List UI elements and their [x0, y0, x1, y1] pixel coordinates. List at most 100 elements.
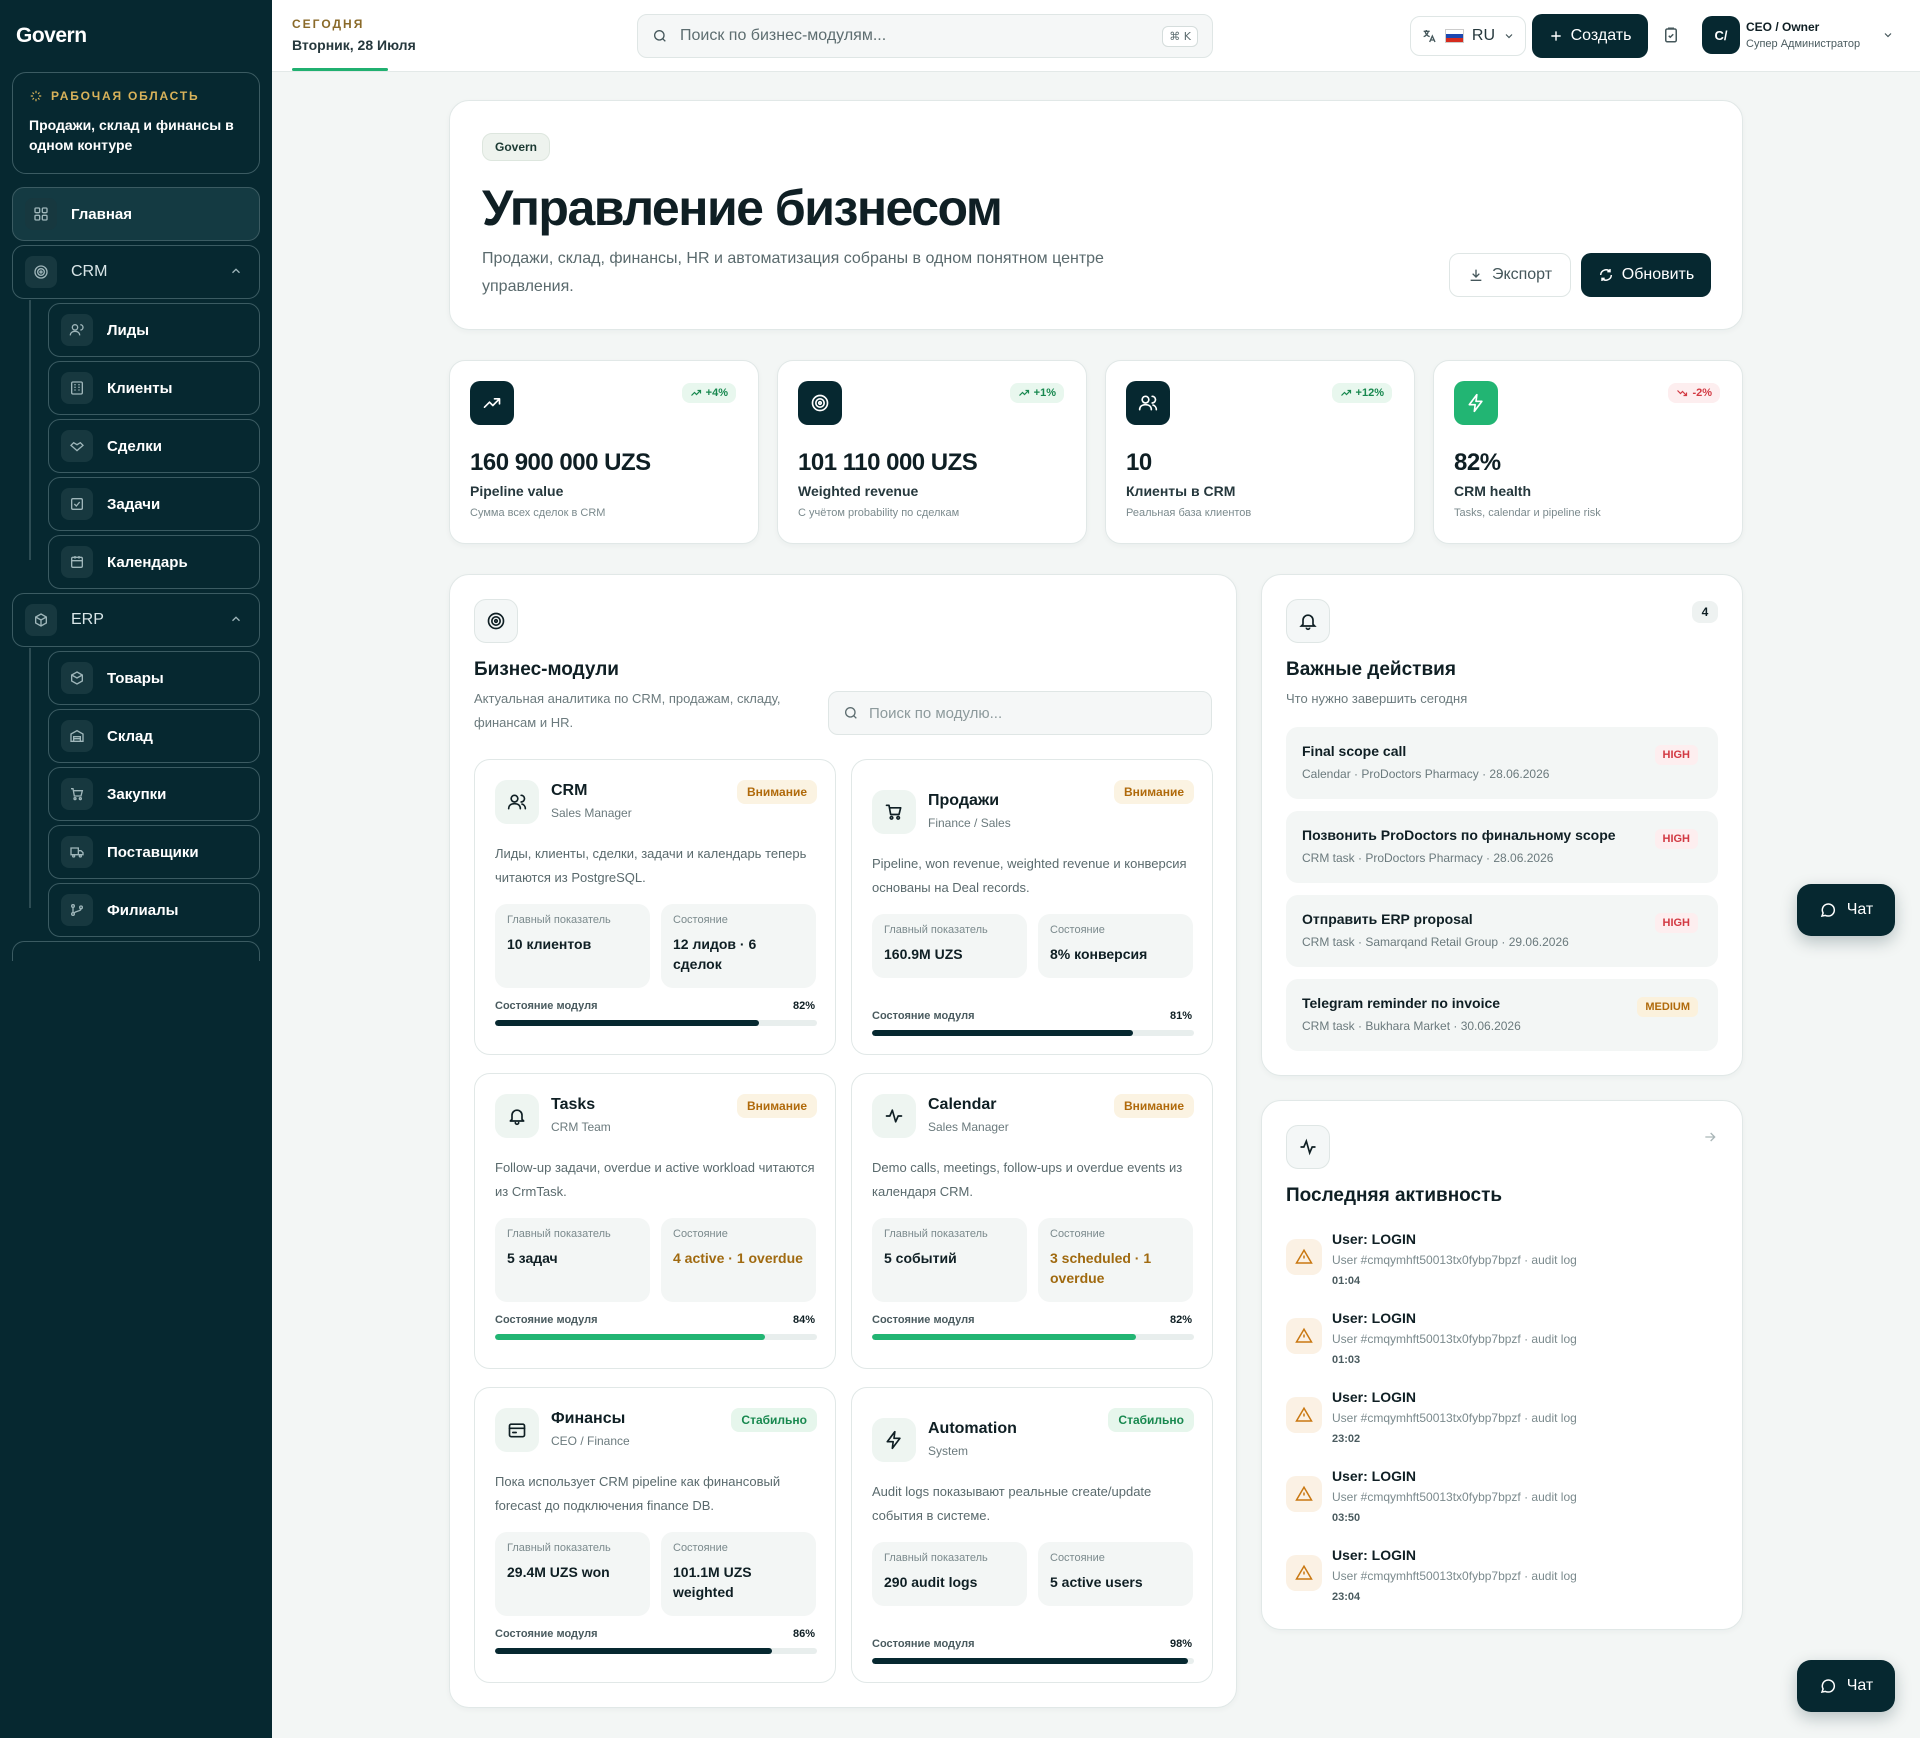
module-card[interactable]: Calendar Sales Manager Внимание Demo cal… — [851, 1073, 1213, 1369]
activity-item[interactable]: User: LOGIN User #cmqymhft50013tx0fybp7b… — [1286, 1310, 1716, 1382]
module-card[interactable]: Automation System Стабильно Audit logs п… — [851, 1387, 1213, 1683]
state-value: 4 active · 1 overdue — [673, 1250, 803, 1266]
stat-label: Weighted revenue — [798, 483, 919, 499]
action-item[interactable]: Final scope call Calendar · ProDoctors P… — [1286, 727, 1718, 799]
metric-value: 160.9M UZS — [884, 946, 963, 962]
activity-item[interactable]: User: LOGIN User #cmqymhft50013tx0fybp7b… — [1286, 1389, 1716, 1461]
nav-group-more[interactable] — [12, 941, 260, 961]
stat-card[interactable]: +1% 101 110 000 UZS Weighted revenue С у… — [777, 360, 1087, 544]
module-metric-box: Главный показатель 290 audit logs — [872, 1542, 1027, 1606]
action-item[interactable]: Позвонить ProDoctors по финальному scope… — [1286, 811, 1718, 883]
nav-item-products[interactable]: Товары — [48, 651, 260, 705]
target-icon — [798, 381, 842, 425]
search-shortcut: ⌘ K — [1162, 25, 1198, 47]
global-search[interactable]: Поиск по бизнес-модулям... ⌘ K — [637, 14, 1213, 58]
app-logo[interactable]: Govern — [16, 24, 87, 48]
chat-button-bottom[interactable]: Чат — [1797, 1660, 1895, 1712]
module-card[interactable]: CRM Sales Manager Внимание Лиды, клиенты… — [474, 759, 836, 1055]
language-select[interactable]: RU — [1410, 16, 1526, 56]
stat-value: 82% — [1454, 449, 1501, 476]
module-health-label: Состояние модуля — [872, 1010, 975, 1022]
module-health-fill — [495, 1648, 772, 1654]
module-health-bar — [872, 1030, 1194, 1036]
module-health-label: Состояние модуля — [872, 1314, 975, 1326]
nav-crm-label: CRM — [71, 263, 108, 280]
module-name: Продажи — [928, 792, 1000, 809]
today-date: Вторник, 28 Июля — [292, 37, 416, 53]
stat-card[interactable]: +4% 160 900 000 UZS Pipeline value Сумма… — [449, 360, 759, 544]
stat-subtitle: Сумма всех сделок в CRM — [470, 507, 606, 519]
module-health-label: Состояние модуля — [495, 1000, 598, 1012]
nav-item-tasks[interactable]: Задачи — [48, 477, 260, 531]
users-icon — [1126, 381, 1170, 425]
stat-card[interactable]: -2% 82% CRM health Tasks, calendar и pip… — [1433, 360, 1743, 544]
activity-title: User: LOGIN — [1332, 1231, 1417, 1247]
export-button[interactable]: Экспорт — [1449, 253, 1571, 297]
module-health-fill — [495, 1020, 760, 1026]
module-search-input[interactable]: Поиск по модулю... — [869, 705, 1002, 722]
user-role[interactable]: CEO / Owner — [1746, 20, 1819, 34]
grid-icon — [25, 198, 57, 230]
stat-card[interactable]: +12% 10 Клиенты в CRM Реальная база клие… — [1105, 360, 1415, 544]
nav-item-label: Поставщики — [107, 843, 199, 861]
nav-item-label: Склад — [107, 727, 153, 745]
create-button[interactable]: Создать — [1532, 14, 1648, 58]
module-description: Audit logs показывают реальные create/up… — [872, 1484, 1152, 1523]
module-search[interactable]: Поиск по модулю... — [828, 691, 1212, 735]
module-description: Demo calls, meetings, follow-ups и overd… — [872, 1160, 1183, 1199]
user-subtitle: Супер Администратор — [1746, 38, 1861, 50]
chat-button-label: Чат — [1846, 901, 1874, 918]
nav-group-crm[interactable]: CRM — [12, 245, 260, 299]
arrow-right-icon[interactable] — [1702, 1129, 1718, 1145]
wallet-icon — [495, 1408, 539, 1452]
state-label: Состояние — [1050, 1552, 1105, 1564]
activity-item[interactable]: User: LOGIN User #cmqymhft50013tx0fybp7b… — [1286, 1468, 1716, 1540]
workspace-switcher[interactable]: РАБОЧАЯ ОБЛАСТЬ Продажи, склад и финансы… — [12, 72, 260, 174]
warehouse-icon — [61, 720, 93, 752]
nav-item-clients[interactable]: Клиенты — [48, 361, 260, 415]
nav-item-label: Задачи — [107, 495, 161, 513]
module-card[interactable]: Продажи Finance / Sales Внимание Pipelin… — [851, 759, 1213, 1055]
stat-label: Pipeline value — [470, 483, 564, 499]
modules-description: Актуальная аналитика по CRM, продажам, с… — [474, 691, 781, 730]
module-description: Пока использует CRM pipeline как финансо… — [495, 1474, 781, 1513]
page-title: Управление бизнесом — [482, 180, 1003, 236]
nav-item-deals[interactable]: Сделки — [48, 419, 260, 473]
nav-item-purchases[interactable]: Закупки — [48, 767, 260, 821]
action-title: Позвонить ProDoctors по финальному scope — [1302, 827, 1616, 843]
action-title: Отправить ERP proposal — [1302, 911, 1473, 927]
nav-group-erp[interactable]: ERP — [12, 593, 260, 647]
activity-item[interactable]: User: LOGIN User #cmqymhft50013tx0fybp7b… — [1286, 1547, 1716, 1619]
module-status-badge: Внимание — [1114, 780, 1194, 804]
nav-home[interactable]: Главная — [12, 187, 260, 241]
action-item[interactable]: Telegram reminder по invoice CRM task · … — [1286, 979, 1718, 1051]
clipboard-icon[interactable] — [1662, 26, 1680, 44]
state-label: Состояние — [1050, 1228, 1105, 1240]
module-card[interactable]: Tasks CRM Team Внимание Follow-up задачи… — [474, 1073, 836, 1369]
state-label: Состояние — [673, 914, 728, 926]
module-name: Tasks — [551, 1096, 596, 1113]
nav-item-calendar[interactable]: Календарь — [48, 535, 260, 589]
chevron-up-icon — [229, 264, 243, 278]
metric-label: Главный показатель — [884, 1228, 988, 1240]
modules-title: Бизнес-модули — [474, 659, 619, 680]
nav-item-warehouse[interactable]: Склад — [48, 709, 260, 763]
module-card[interactable]: Финансы CEO / Finance Стабильно Пока исп… — [474, 1387, 836, 1683]
module-state-box: Состояние 101.1M UZS weighted — [661, 1532, 816, 1616]
chevron-down-icon[interactable] — [1882, 29, 1894, 41]
stat-value: 101 110 000 UZS — [798, 449, 978, 476]
nav-item-branches[interactable]: Филиалы — [48, 883, 260, 937]
today-label: СЕГОДНЯ — [292, 17, 365, 31]
chat-button[interactable]: Чат — [1797, 884, 1895, 936]
avatar[interactable]: C/ — [1702, 16, 1740, 54]
module-health-bar — [872, 1658, 1194, 1664]
refresh-button[interactable]: Обновить — [1581, 253, 1711, 297]
search-input[interactable]: Поиск по бизнес-модулям... — [680, 27, 1162, 45]
action-title: Telegram reminder по invoice — [1302, 995, 1501, 1011]
nav-item-leads[interactable]: Лиды — [48, 303, 260, 357]
nav-item-suppliers[interactable]: Поставщики — [48, 825, 260, 879]
action-item[interactable]: Отправить ERP proposal CRM task · Samarq… — [1286, 895, 1718, 967]
action-meta: CRM task · ProDoctors Pharmacy · 28.06.2… — [1302, 851, 1554, 865]
activity-item[interactable]: User: LOGIN User #cmqymhft50013tx0fybp7b… — [1286, 1231, 1716, 1303]
module-state-box: Состояние 12 лидов · 6 сделок — [661, 904, 816, 988]
